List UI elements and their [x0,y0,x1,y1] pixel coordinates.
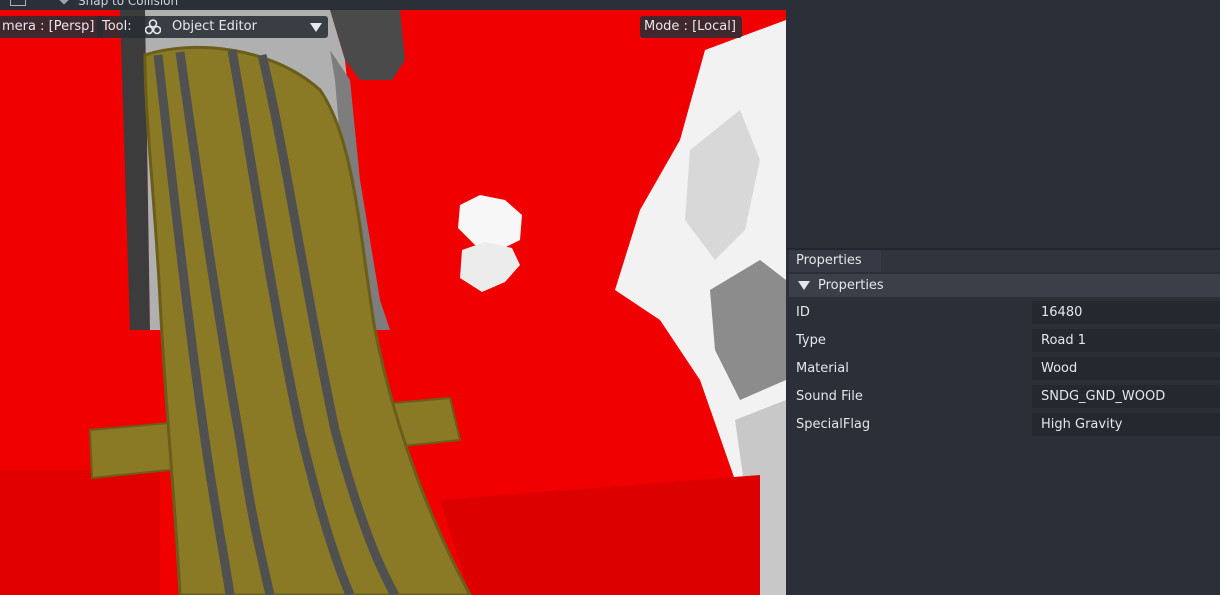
camera-mode-label: mera : [Persp] [2,19,95,34]
property-name: ID [796,305,810,320]
scene-render[interactable] [0,0,786,595]
property-name: Type [796,333,826,348]
property-value[interactable]: SNDG_GND_WOOD [1032,385,1220,408]
empty-panel-area [786,0,1220,248]
tool-selector[interactable]: Tool: Object Editor [97,16,328,38]
snap-icon[interactable] [10,0,26,6]
objects-icon [145,19,161,35]
property-value[interactable]: Road 1 [1032,329,1220,352]
tab-strip: Properties [789,250,1220,272]
section-label: Properties [818,278,884,293]
right-panel: Properties Properties ID 16480 Type Road… [786,0,1220,595]
triangle-down-icon [798,281,810,290]
property-value[interactable]: Wood [1032,357,1220,380]
property-row-material: Material Wood [789,356,1220,381]
tool-label: Tool: [102,19,132,34]
property-name: SpecialFlag [796,417,871,432]
transform-mode-label: Mode : [Local] [644,19,736,34]
chevron-down-icon[interactable] [308,16,324,38]
property-row-id: ID 16480 [789,300,1220,325]
property-row-type: Type Road 1 [789,328,1220,353]
viewport-top-strip: Snap to Collision [0,0,786,10]
property-name: Material [796,361,849,376]
tab-properties[interactable]: Properties [789,250,881,272]
property-name: Sound File [796,389,863,404]
property-row-special-flag: SpecialFlag High Gravity [789,412,1220,437]
property-value[interactable]: High Gravity [1032,413,1220,436]
property-row-sound-file: Sound File SNDG_GND_WOOD [789,384,1220,409]
transform-mode-button[interactable]: Mode : [Local] [640,16,742,38]
diamond-icon [58,0,70,5]
snap-to-collision-label[interactable]: Snap to Collision [78,0,178,8]
camera-mode-button[interactable]: mera : [Persp] [0,16,103,38]
properties-section-header[interactable]: Properties [789,274,1220,297]
property-value[interactable]: 16480 [1032,301,1220,324]
collision-shade [0,470,160,595]
tool-value: Object Editor [172,19,257,34]
3d-viewport[interactable]: Snap to Collision mera : [Persp] Tool: O… [0,0,786,595]
